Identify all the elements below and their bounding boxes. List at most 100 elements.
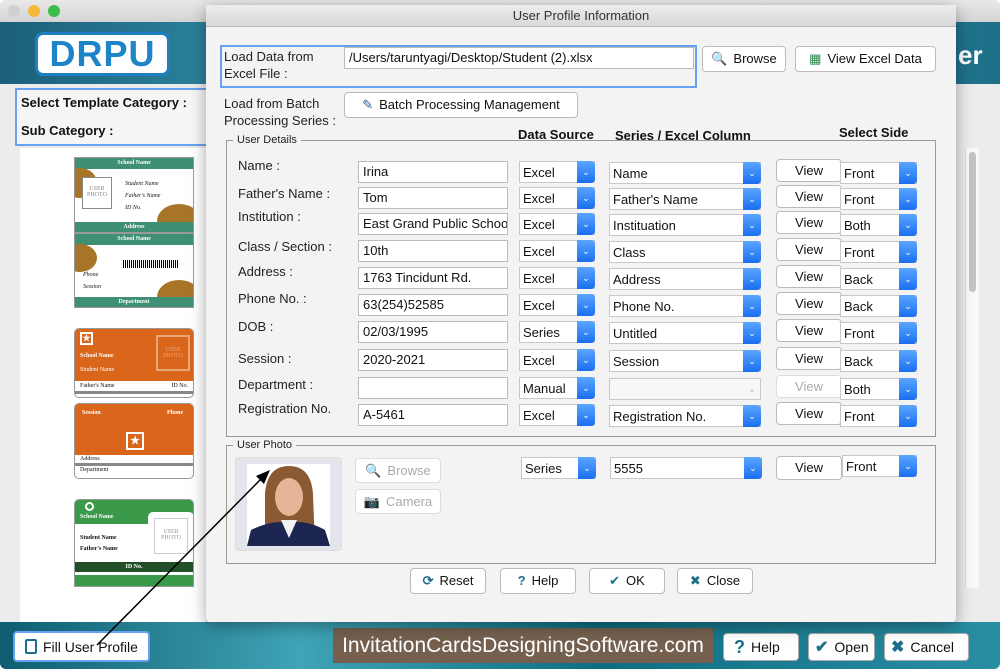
view-button[interactable]: View xyxy=(776,159,842,182)
excel-path-input[interactable]: /Users/taruntyagi/Desktop/Student (2).xl… xyxy=(344,47,694,69)
view-button[interactable]: View xyxy=(776,211,842,234)
select-side-select[interactable]: Front ⌄ xyxy=(840,188,917,210)
view-button[interactable]: View xyxy=(776,319,842,342)
select-side-value: Back xyxy=(844,272,873,287)
template-1-back[interactable]: School Name Phone Session Department xyxy=(74,233,194,308)
zoom-window-button[interactable] xyxy=(48,5,60,17)
template-3-front[interactable]: School Name USER PHOTO Student Name Fath… xyxy=(74,499,194,587)
view-button[interactable]: View xyxy=(776,402,842,425)
camera-button[interactable]: 📷 Camera xyxy=(355,489,441,514)
series-column-select[interactable]: Address ⌄ xyxy=(609,268,761,290)
select-side-select[interactable]: Front ⌄ xyxy=(840,162,917,184)
help-button[interactable]: ? Help xyxy=(500,568,576,594)
select-side-select[interactable]: Both ⌄ xyxy=(840,378,917,400)
data-source-select[interactable]: Excel ⌄ xyxy=(519,349,595,371)
view-button[interactable]: View xyxy=(776,292,842,315)
select-side-select[interactable]: Front ⌄ xyxy=(840,322,917,344)
chevron-down-icon: ⌄ xyxy=(577,240,595,262)
data-source-select[interactable]: Excel ⌄ xyxy=(519,187,595,209)
fill-user-profile-button[interactable]: Fill User Profile xyxy=(13,631,150,662)
series-column-select[interactable]: Class ⌄ xyxy=(609,241,761,263)
select-side-select[interactable]: Both ⌄ xyxy=(840,214,917,236)
field-value-input[interactable]: East Grand Public School xyxy=(358,213,508,235)
close-window-button[interactable] xyxy=(8,5,20,17)
footer-help-button[interactable]: ? Help xyxy=(723,633,799,661)
user-photo-frame[interactable] xyxy=(235,457,342,551)
photo-browse-button[interactable]: 🔍 Browse xyxy=(355,458,441,483)
footer-open-button[interactable]: ✔ Open xyxy=(808,633,875,661)
series-column-select[interactable]: Registration No. ⌄ xyxy=(609,405,761,427)
data-source-select[interactable]: Series ⌄ xyxy=(519,321,595,343)
series-column-select[interactable]: Instituation ⌄ xyxy=(609,214,761,236)
select-side-select[interactable]: Back ⌄ xyxy=(840,350,917,372)
series-column-select[interactable]: Name ⌄ xyxy=(609,162,761,184)
photo-column-select[interactable]: 5555 ⌄ xyxy=(610,457,762,479)
folder-search-icon: 🔍 xyxy=(711,51,728,66)
template-2-back[interactable]: Session Phone ★ Address Department xyxy=(74,403,194,479)
user-photo-image xyxy=(247,464,330,546)
select-side-select[interactable]: Front ⌄ xyxy=(840,241,917,263)
field-value-input[interactable]: 63(254)52585 xyxy=(358,294,508,316)
data-source-select[interactable]: Excel ⌄ xyxy=(519,213,595,235)
template-1-front[interactable]: School Name USER PHOTO Student Name Fath… xyxy=(74,157,194,233)
series-column-select[interactable]: Phone No. ⌄ xyxy=(609,295,761,317)
template-category-label: Select Template Category : xyxy=(21,95,187,110)
photo-source-select[interactable]: Series ⌄ xyxy=(521,457,596,479)
card-text: Student Name xyxy=(125,181,159,187)
chevron-down-icon: ⌄ xyxy=(744,457,762,479)
series-column-select[interactable]: Father's Name ⌄ xyxy=(609,188,761,210)
batch-processing-button[interactable]: ✎ Batch Processing Management xyxy=(344,92,578,118)
select-side-select[interactable]: Back ⌄ xyxy=(840,295,917,317)
series-column-select[interactable]: Session ⌄ xyxy=(609,350,761,372)
dialog-title: User Profile Information xyxy=(206,5,956,27)
chevron-down-icon: ⌄ xyxy=(743,405,761,427)
template-scrollbar[interactable] xyxy=(965,148,979,588)
view-excel-data-button[interactable]: ▦ View Excel Data xyxy=(795,46,936,72)
card-header: School Name xyxy=(75,158,193,169)
footer-cancel-button[interactable]: ✖ Cancel xyxy=(884,633,969,661)
view-button[interactable]: View xyxy=(776,185,842,208)
template-2-front[interactable]: ★ School Name Student Name USER PHOTO Fa… xyxy=(74,328,194,398)
view-button[interactable]: View xyxy=(776,375,842,398)
user-photo-placeholder: USER PHOTO xyxy=(156,335,190,371)
select-side-value: Back xyxy=(844,354,873,369)
view-button[interactable]: View xyxy=(776,347,842,370)
photo-side-select[interactable]: Front ⌄ xyxy=(842,455,917,477)
data-source-select[interactable]: Excel ⌄ xyxy=(519,404,595,426)
chevron-down-icon: ⌄ xyxy=(899,455,917,477)
view-button[interactable]: View xyxy=(776,238,842,261)
data-source-select[interactable]: Excel ⌄ xyxy=(519,161,595,183)
data-source-select[interactable]: Excel ⌄ xyxy=(519,267,595,289)
field-value-input[interactable] xyxy=(358,377,508,399)
data-source-select[interactable]: Manual ⌄ xyxy=(519,377,595,399)
close-button[interactable]: ✖ Close xyxy=(677,568,753,594)
browse-excel-button[interactable]: 🔍 Browse xyxy=(702,46,786,72)
field-value-input[interactable]: 10th xyxy=(358,240,508,262)
series-column-select[interactable]: ⌄ xyxy=(609,378,761,400)
user-photo-legend: User Photo xyxy=(237,439,293,451)
field-value-input[interactable]: 02/03/1995 xyxy=(358,321,508,343)
field-value-input[interactable]: 1763 Tincidunt Rd. xyxy=(358,267,508,289)
data-source-select[interactable]: Excel ⌄ xyxy=(519,294,595,316)
field-value-input[interactable]: 2020-2021 xyxy=(358,349,508,371)
spreadsheet-icon: ▦ xyxy=(809,51,822,66)
drpu-logo: DRPU xyxy=(35,32,170,76)
series-column-value: Registration No. xyxy=(613,409,707,424)
field-value-input[interactable]: A-5461 xyxy=(358,404,508,426)
chevron-down-icon: ⌄ xyxy=(743,214,761,236)
reset-button[interactable]: ⟳ Reset xyxy=(410,568,486,594)
field-value-input[interactable]: Tom xyxy=(358,187,508,209)
select-side-select[interactable]: Front ⌄ xyxy=(840,405,917,427)
select-side-select[interactable]: Back ⌄ xyxy=(840,268,917,290)
user-photo-placeholder: USER PHOTO xyxy=(82,177,112,209)
chevron-down-icon: ⌄ xyxy=(743,188,761,210)
data-source-select[interactable]: Excel ⌄ xyxy=(519,240,595,262)
field-label: Father's Name : xyxy=(238,186,331,201)
chevron-down-icon: ⌄ xyxy=(899,214,917,236)
view-button[interactable]: View xyxy=(776,265,842,288)
minimize-window-button[interactable] xyxy=(28,5,40,17)
series-column-select[interactable]: Untitled ⌄ xyxy=(609,322,761,344)
ok-button[interactable]: ✔ OK xyxy=(589,568,665,594)
field-value-input[interactable]: Irina xyxy=(358,161,508,183)
photo-view-button[interactable]: View xyxy=(776,456,842,480)
